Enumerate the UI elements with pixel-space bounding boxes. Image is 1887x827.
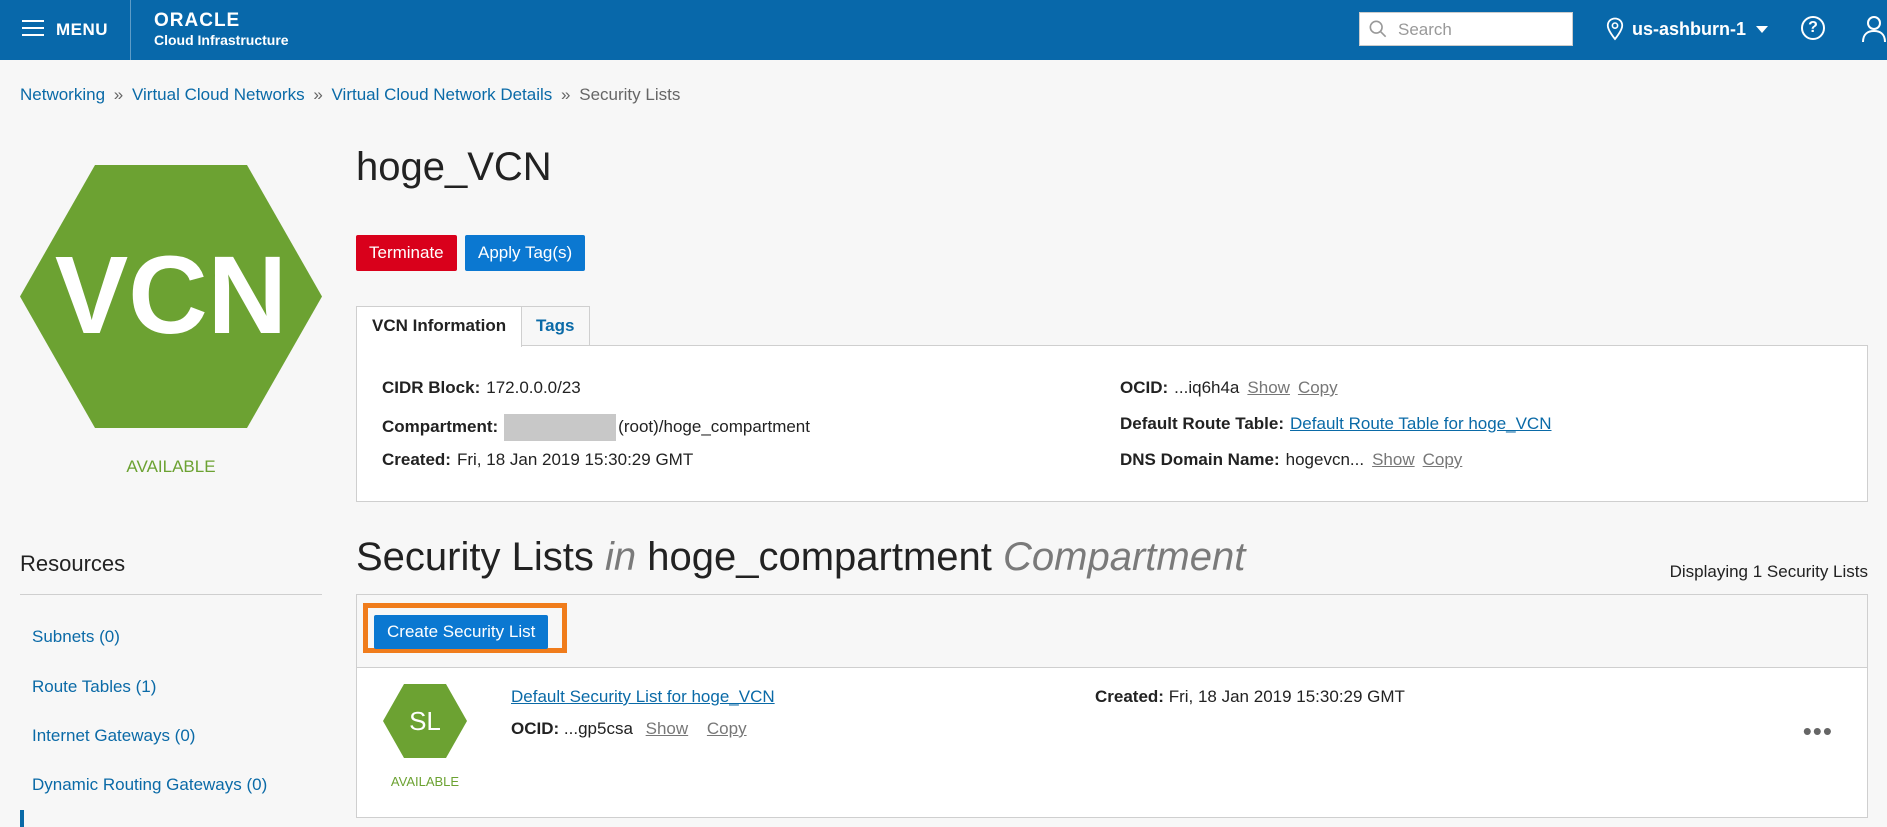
dns-show-link[interactable]: Show: [1372, 450, 1415, 469]
cidr-block-field: CIDR Block: 172.0.0.0/23: [382, 378, 581, 398]
page-title: hoge_VCN: [356, 145, 552, 189]
active-resource-indicator: [20, 810, 24, 827]
heading-main: Security Lists: [356, 535, 594, 579]
redacted-block: [504, 414, 617, 441]
heading-in: in: [604, 535, 637, 579]
default-route-table-link[interactable]: Default Route Table for hoge_VCN: [1290, 414, 1551, 433]
default-route-table-label: Default Route Table:: [1120, 414, 1285, 433]
security-list-ocid-field: OCID: ...gp5csa Show Copy: [511, 719, 747, 739]
compartment-label: Compartment:: [382, 416, 499, 436]
chevron-down-icon: [1756, 25, 1769, 33]
menu-divider: [130, 0, 131, 60]
more-actions-icon[interactable]: •••: [1803, 718, 1833, 744]
tab-vcn-information[interactable]: VCN Information: [356, 306, 523, 347]
security-list-created-label: Created:: [1095, 687, 1164, 706]
cidr-block-value: 172.0.0.0/23: [486, 378, 581, 397]
breadcrumb-networking[interactable]: Networking: [20, 85, 105, 104]
cidr-block-label: CIDR Block:: [382, 378, 481, 397]
resource-link-internet-gateways[interactable]: Internet Gateways (0): [32, 726, 195, 746]
default-route-table-field: Default Route Table: Default Route Table …: [1120, 414, 1552, 434]
dns-copy-link[interactable]: Copy: [1423, 450, 1463, 469]
resource-link-dynamic-routing-gateways[interactable]: Dynamic Routing Gateways (0): [32, 775, 267, 795]
security-list-ocid-label: OCID:: [511, 719, 560, 738]
vcn-status-label: AVAILABLE: [126, 457, 216, 476]
compartment-field: Compartment: (root)/hoge_compartment: [382, 414, 810, 441]
dns-domain-label: DNS Domain Name:: [1120, 450, 1280, 469]
created-field: Created: Fri, 18 Jan 2019 15:30:29 GMT: [382, 450, 693, 470]
heading-suffix: Compartment: [1003, 535, 1246, 579]
security-lists-count: Displaying 1 Security Lists: [1669, 562, 1868, 581]
menu-button[interactable]: MENU: [0, 0, 130, 60]
divider: [20, 594, 322, 595]
dns-domain-value: hogevcn...: [1285, 450, 1365, 469]
help-icon[interactable]: ?: [1801, 16, 1825, 40]
logo-oracle-text: ORACLE: [154, 10, 241, 31]
terminate-button[interactable]: Terminate: [356, 235, 457, 271]
apply-tags-button[interactable]: Apply Tag(s): [465, 235, 586, 271]
ocid-value: ...iq6h4a: [1174, 378, 1240, 397]
search-input[interactable]: [1396, 18, 1570, 42]
top-navigation-bar: MENU ORACLE Cloud Infrastructure us-ashb…: [0, 0, 1887, 60]
security-list-ocid-show-link[interactable]: Show: [646, 719, 689, 738]
breadcrumb-separator: »: [561, 85, 571, 104]
security-list-icon-text: SL: [409, 706, 441, 736]
security-list-status: AVAILABLE: [390, 774, 460, 789]
breadcrumb-separator: »: [113, 85, 124, 104]
region-selector[interactable]: us-ashburn-1: [1606, 17, 1769, 41]
table-row: SL AVAILABLE Default Security List for h…: [357, 668, 1867, 818]
search-icon: [1369, 20, 1387, 38]
breadcrumb-current: Security Lists: [579, 85, 681, 104]
ocid-copy-link[interactable]: Copy: [1298, 378, 1338, 397]
breadcrumb: Networking » Virtual Cloud Networks » Vi…: [20, 85, 680, 105]
region-name: us-ashburn-1: [1632, 18, 1747, 39]
security-lists-toolbar: Create Security List: [357, 595, 1867, 668]
vcn-information-panel: CIDR Block: 172.0.0.0/23 Compartment: (roo…: [356, 345, 1868, 502]
breadcrumb-virtual-cloud-networks[interactable]: Virtual Cloud Networks: [132, 85, 305, 104]
resource-link-route-tables[interactable]: Route Tables (1): [32, 677, 156, 697]
location-pin-icon: [1606, 17, 1624, 41]
security-list-created-value: Fri, 18 Jan 2019 15:30:29 GMT: [1168, 687, 1405, 706]
ocid-show-link[interactable]: Show: [1247, 378, 1290, 397]
hamburger-icon: [22, 20, 44, 38]
created-label: Created:: [382, 450, 451, 469]
ocid-label: OCID:: [1120, 378, 1169, 397]
logo-subtitle: Cloud Infrastructure: [154, 32, 289, 48]
security-list-created-field: Created: Fri, 18 Jan 2019 15:30:29 GMT: [1095, 687, 1405, 707]
security-list-ocid-copy-link[interactable]: Copy: [707, 719, 747, 738]
security-lists-panel: Create Security List SL AVAILABLE Defaul…: [356, 594, 1868, 818]
security-lists-heading: Security Lists in hoge_compartment Compa…: [356, 535, 1245, 580]
breadcrumb-separator: »: [313, 85, 323, 104]
breadcrumb-vcn-details[interactable]: Virtual Cloud Network Details: [332, 85, 553, 104]
heading-compartment: hoge_compartment: [647, 535, 992, 579]
dns-domain-field: DNS Domain Name: hogevcn... Show Copy: [1120, 450, 1462, 470]
ocid-field: OCID: ...iq6h4a Show Copy: [1120, 378, 1338, 398]
security-list-hexagon-icon: SL: [383, 684, 467, 758]
created-value: Fri, 18 Jan 2019 15:30:29 GMT: [456, 450, 694, 469]
search-box[interactable]: [1359, 12, 1573, 46]
security-list-name-link[interactable]: Default Security List for hoge_VCN: [511, 687, 775, 707]
vcn-hexagon-icon: VCN: [20, 165, 322, 428]
tab-tags[interactable]: Tags: [520, 306, 591, 346]
user-profile-icon[interactable]: [1861, 14, 1887, 44]
resource-link-subnets[interactable]: Subnets (0): [32, 627, 120, 647]
resources-title: Resources: [20, 551, 126, 576]
vcn-icon-text: VCN: [55, 234, 287, 357]
oracle-cloud-logo[interactable]: ORACLE Cloud Infrastructure: [154, 11, 289, 49]
compartment-value: (root)/hoge_compartment: [618, 416, 810, 436]
security-list-ocid-value: ...gp5csa: [563, 719, 633, 738]
create-security-list-button[interactable]: Create Security List: [374, 615, 549, 649]
menu-label: MENU: [56, 20, 109, 39]
